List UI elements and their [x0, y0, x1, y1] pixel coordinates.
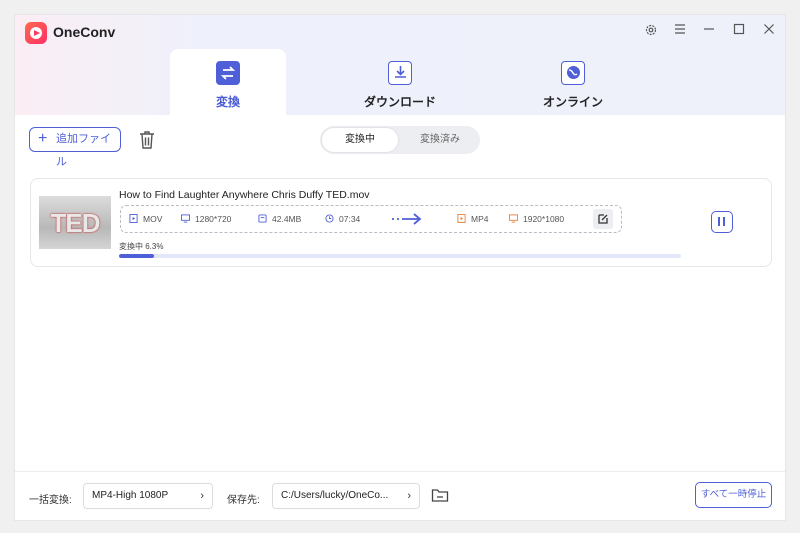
source-resolution-value: 1280*720	[195, 214, 232, 224]
thumbnail-text: TED	[50, 208, 101, 238]
video-file-icon	[129, 214, 138, 223]
tab-online[interactable]: オンライン	[515, 49, 631, 115]
segment-converted[interactable]: 変換済み	[402, 128, 478, 152]
progress-bar	[119, 254, 681, 258]
file-size-icon	[258, 214, 267, 223]
file-name: How to Find Laughter Anywhere Chris Duff…	[119, 189, 370, 201]
video-thumbnail: TED	[39, 196, 111, 249]
app-title: OneConv	[53, 24, 116, 40]
chevron-right-icon: ›	[407, 490, 411, 502]
menu-icon[interactable]	[672, 23, 688, 39]
target-resolution: 1920*1080	[509, 206, 564, 232]
source-size-value: 42.4MB	[272, 214, 302, 224]
monitor-icon	[181, 214, 190, 223]
save-location-label: 保存先:	[227, 495, 260, 506]
status-segmented-control: 変換中 変換済み	[320, 126, 480, 154]
monitor-icon	[509, 214, 518, 223]
online-icon	[561, 61, 585, 85]
tab-download[interactable]: ダウンロード	[342, 49, 458, 115]
plus-icon: +	[38, 130, 48, 147]
source-duration-value: 07:34	[339, 214, 361, 224]
source-format-value: MOV	[143, 214, 163, 224]
task-card: TED How to Find Laughter Anywhere Chris …	[30, 178, 772, 267]
edit-settings-button[interactable]	[593, 209, 613, 229]
tab-label: オンライン	[542, 95, 603, 109]
arrow-right-icon	[392, 213, 422, 225]
source-duration: 07:34	[325, 206, 360, 232]
progress-label: 変換中 6.3%	[119, 242, 164, 251]
save-path-select[interactable]: C:/Users/lucky/OneCo... ›	[272, 483, 420, 509]
edit-icon	[598, 214, 608, 224]
chevron-right-icon: ›	[200, 490, 204, 502]
batch-convert-label: 一括変換:	[29, 495, 72, 506]
footer: 一括変換: MP4-High 1080P › 保存先: C:/Users/luc…	[15, 471, 785, 520]
convert-icon	[216, 61, 240, 85]
source-format: MOV	[129, 206, 162, 232]
trash-icon[interactable]	[137, 129, 157, 151]
settings-icon[interactable]	[643, 23, 659, 39]
add-file-label: 追加ファイル	[56, 133, 111, 168]
source-resolution: 1280*720	[181, 206, 231, 232]
app-window: OneConv 変換 ダウンロード オンライン + 追加ファイル 変換中 変換済…	[14, 14, 786, 521]
header: OneConv 変換 ダウンロード オンライン	[15, 15, 785, 115]
tab-label: ダウンロード	[363, 95, 436, 109]
conversion-info-box: MOV 1280*720 42.4MB 07:34 MP4 1920*1080	[120, 205, 622, 233]
batch-format-select[interactable]: MP4-High 1080P ›	[83, 483, 213, 509]
folder-icon[interactable]	[431, 486, 449, 504]
app-logo	[25, 22, 47, 44]
tab-convert[interactable]: 変換	[170, 49, 286, 115]
maximize-icon[interactable]	[731, 23, 747, 39]
video-file-icon	[457, 214, 466, 223]
segment-converting[interactable]: 変換中	[322, 128, 398, 152]
source-size: 42.4MB	[258, 206, 301, 232]
batch-format-value: MP4-High 1080P	[92, 490, 169, 501]
close-icon[interactable]	[761, 23, 777, 39]
download-icon	[388, 61, 412, 85]
minimize-icon[interactable]	[701, 23, 717, 39]
progress-fill	[119, 254, 155, 258]
target-resolution-value: 1920*1080	[523, 214, 565, 224]
pause-all-button[interactable]: すべて一時停止	[695, 482, 772, 508]
clock-icon	[325, 214, 334, 223]
tab-label: 変換	[215, 95, 240, 109]
save-path-value: C:/Users/lucky/OneCo...	[281, 490, 389, 501]
target-format-value: MP4	[471, 214, 489, 224]
pause-button[interactable]	[711, 211, 733, 233]
target-format: MP4	[457, 206, 488, 232]
add-file-button[interactable]: + 追加ファイル	[29, 127, 121, 168]
